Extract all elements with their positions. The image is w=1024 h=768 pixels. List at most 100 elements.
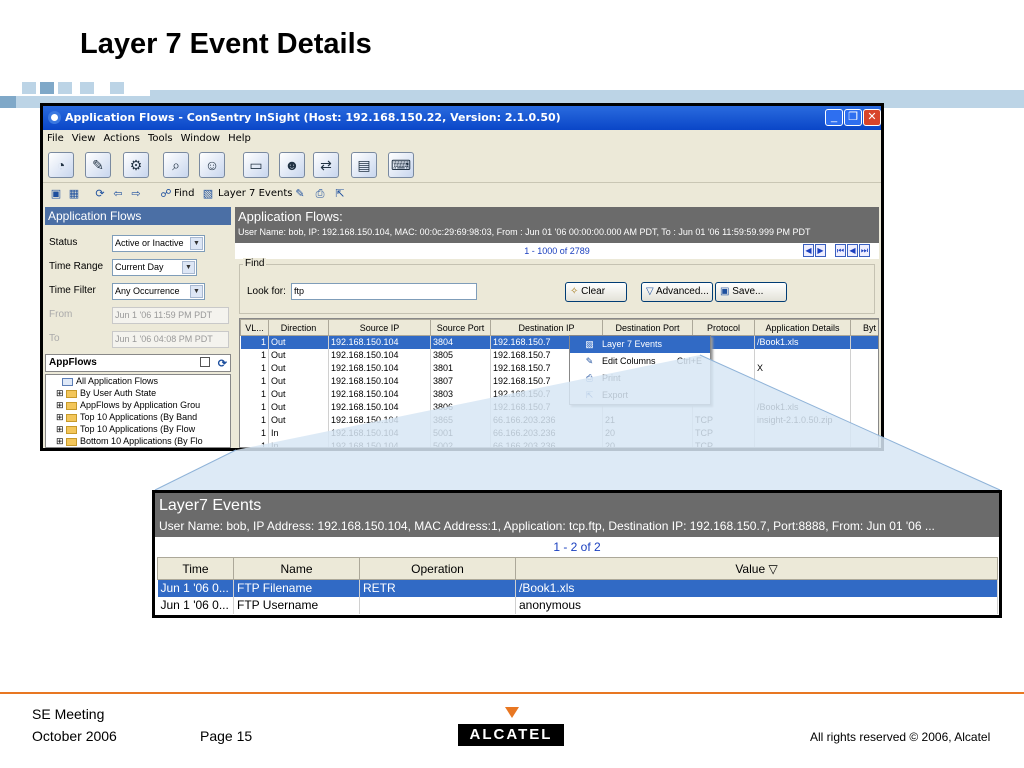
time-range-select[interactable]: Current Day ▼	[112, 259, 197, 276]
tree-item[interactable]: All Application Flows	[46, 375, 230, 387]
save-button[interactable]: ▣ Save...	[715, 282, 787, 302]
table-cell: Out	[268, 361, 329, 375]
menu-item-print[interactable]: ⎙ Print	[570, 370, 710, 387]
menu-item-layer7-events[interactable]: ▧ Layer 7 Events	[570, 336, 710, 353]
menu-item-edit-columns[interactable]: ✎ Edit Columns Ctrl+E	[570, 353, 710, 370]
user-report-icon[interactable]: ☻	[279, 152, 305, 178]
table-cell	[754, 348, 851, 362]
back-icon[interactable]: ⇦	[111, 187, 125, 201]
advanced-button[interactable]: ▽ Advanced...	[641, 282, 713, 302]
menu-item-export[interactable]: ⇱ Export	[570, 387, 710, 404]
chart-edit-icon[interactable]: ✎	[85, 152, 111, 178]
clear-button[interactable]: ✧ Clear	[565, 282, 627, 302]
look-for-input[interactable]: ftp	[291, 283, 477, 300]
menu-view[interactable]: View	[68, 130, 100, 144]
table-cell: 192.168.150.104	[328, 413, 431, 427]
maximize-button[interactable]: ❐	[844, 109, 862, 126]
find-legend: Find	[243, 258, 267, 269]
column-header[interactable]: Value ▽	[515, 557, 998, 580]
dashboard-icon[interactable]: ◔	[48, 152, 74, 178]
menu-help[interactable]: Help	[224, 130, 255, 144]
chevron-down-icon[interactable]: ▼	[190, 237, 203, 250]
prev-block-icon[interactable]: ◀	[847, 244, 858, 257]
table-row[interactable]: 1 Out 192.168.150.104 3865 66.166.203.236 21 T…	[240, 413, 878, 427]
flows-title: Application Flows:	[238, 209, 343, 224]
column-header[interactable]: Protocol	[692, 319, 755, 336]
table-row[interactable]: 1 Out 192.168.150.104 3806 192.168.150.7/Boo…	[240, 400, 878, 414]
menu-window[interactable]: Window	[177, 130, 224, 144]
export-icon: ⇱	[585, 390, 594, 400]
window-icon[interactable]: ▭	[243, 152, 269, 178]
table-row[interactable]: 1 In 192.168.150.104 5002 66.166.203.236 20 TC…	[240, 439, 878, 447]
table-cell: Out	[268, 335, 329, 349]
tree-item[interactable]: ⊞ Top 10 Applications (By Band	[46, 411, 230, 423]
table-cell: RETR	[359, 579, 516, 597]
close-button[interactable]: ✕	[863, 109, 881, 126]
next-page-icon[interactable]: ▶	[815, 244, 826, 257]
transfer-icon[interactable]: ⇄	[313, 152, 339, 178]
column-header[interactable]: Application Details	[754, 319, 851, 336]
binoculars-icon[interactable]: ☍	[159, 187, 173, 201]
column-header[interactable]: Byt	[850, 319, 878, 336]
column-header[interactable]: Time	[157, 557, 234, 580]
column-header[interactable]: Source Port	[430, 319, 491, 336]
column-header[interactable]: Destination IP	[490, 319, 603, 336]
table-row[interactable]: Jun 1 '06 0... FTP Username anonymous	[157, 596, 998, 614]
status-select[interactable]: Active or Inactive ▼	[112, 235, 205, 252]
first-page-icon[interactable]: ⏮	[835, 244, 846, 257]
column-header[interactable]: Name	[233, 557, 360, 580]
table-cell: 3803	[430, 387, 491, 401]
column-header[interactable]: VL...	[240, 319, 269, 336]
layer7-events-icon[interactable]: ▧	[201, 187, 215, 201]
table-row[interactable]: 1 Out 192.168.150.104 3807 192.168.150.7	[240, 374, 878, 388]
table-cell	[850, 387, 878, 401]
table-cell: 66.166.203.236	[490, 439, 603, 447]
column-header[interactable]: Destination Port	[602, 319, 693, 336]
prev-page-icon[interactable]: ◀	[803, 244, 814, 257]
new-icon[interactable]: ▣	[49, 187, 63, 201]
document-icon[interactable]: ▤	[351, 152, 377, 178]
menu-actions[interactable]: Actions	[99, 130, 144, 144]
edit-columns-icon[interactable]: ✎	[293, 187, 307, 201]
restore-icon[interactable]	[200, 357, 210, 367]
keyboard-icon[interactable]: ⌨	[388, 152, 414, 178]
tree-item[interactable]: ⊞ AppFlows by Application Grou	[46, 399, 230, 411]
column-header[interactable]: Source IP	[328, 319, 431, 336]
table-row[interactable]: 1 Out 192.168.150.104 3803 192.168.150.7	[240, 387, 878, 401]
chevron-down-icon[interactable]: ▼	[182, 261, 195, 274]
table-row[interactable]: 1 Out 192.168.150.104 3801 192.168.150.7 X	[240, 361, 878, 375]
open-icon[interactable]: ▦	[67, 187, 81, 201]
window-titlebar[interactable]: Application Flows - ConSentry InSight (H…	[43, 106, 881, 130]
refresh-icon[interactable]: ⟳	[93, 187, 107, 201]
users-icon[interactable]: ☺	[199, 152, 225, 178]
forward-icon[interactable]: ⇨	[129, 187, 143, 201]
menu-tools[interactable]: Tools	[144, 130, 177, 144]
chevron-down-icon[interactable]: ▼	[190, 285, 203, 298]
table-cell: 3865	[430, 413, 491, 427]
print-icon[interactable]: ⎙	[313, 187, 327, 201]
table-row[interactable]: 1 Out 192.168.150.104 3804 192.168.150.7/Boo…	[240, 335, 878, 349]
table-row[interactable]: Jun 1 '06 0... FTP Filename RETR/Book1.xls	[157, 579, 998, 597]
tree-item[interactable]: ⊞ Top 10 Applications (By Flow	[46, 423, 230, 435]
minimize-button[interactable]: _	[825, 109, 843, 126]
table-cell: 1	[240, 335, 269, 349]
tree-item[interactable]: ⊞ By User Auth State	[46, 387, 230, 399]
menu-file[interactable]: File	[43, 130, 68, 144]
search-report-icon[interactable]: ⌕	[163, 152, 189, 178]
tree-item[interactable]: ⊞ Bottom 10 Applications (By Flo	[46, 435, 230, 447]
last-page-icon[interactable]: ⏭	[859, 244, 870, 257]
layer7-events-button[interactable]: Layer 7 Events	[218, 188, 292, 199]
time-filter-select[interactable]: Any Occurrence ▼	[112, 283, 205, 300]
refresh-icon[interactable]: ⟳	[218, 356, 227, 372]
table-row[interactable]: 1 Out 192.168.150.104 3805 192.168.150.7	[240, 348, 878, 362]
find-button[interactable]: Find	[174, 188, 195, 199]
from-label: From	[49, 309, 73, 320]
table-row[interactable]: 1 In 192.168.150.104 5001 66.166.203.236 20 TC…	[240, 426, 878, 440]
table-cell: 192.168.150.104	[328, 426, 431, 440]
column-header[interactable]: Operation	[359, 557, 516, 580]
column-header[interactable]: Direction	[268, 319, 329, 336]
network-icon[interactable]: ⚙	[123, 152, 149, 178]
layer7-subtitle: User Name: bob, IP Address: 192.168.150.…	[159, 519, 935, 533]
table-cell: 3806	[430, 400, 491, 414]
export-icon[interactable]: ⇱	[333, 187, 347, 201]
